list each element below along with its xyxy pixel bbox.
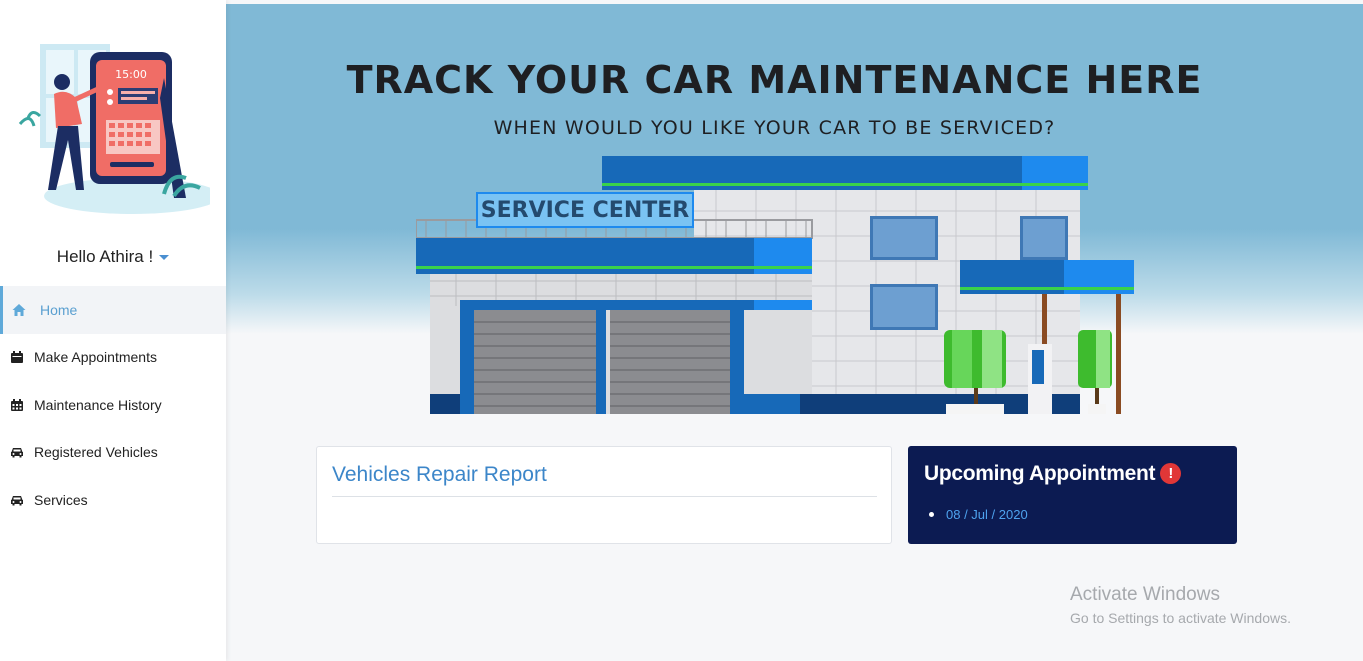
sidebar-item-label: Services [34,491,88,508]
sidebar-item-registered-vehicles[interactable]: Registered Vehicles [0,429,226,477]
hero-banner: TRACK YOUR CAR MAINTENANCE HERE WHEN WOU… [226,4,1363,424]
upcoming-title-text: Upcoming Appointment [924,462,1156,485]
phone-clock-text: 15:00 [115,68,147,81]
watermark-title: Activate Windows [1070,584,1220,605]
calendar-grid-icon [11,398,23,411]
sidebar-item-services[interactable]: Services [0,476,226,524]
exclamation-alert-icon: ! [1160,463,1182,484]
greeting-text: Hello Athira ! [56,247,154,266]
sidebar-item-label: Make Appointments [34,349,157,366]
page-subtitle: WHEN WOULD YOU LIKE YOUR CAR TO BE SERVI… [493,117,1056,139]
activate-windows-watermark: Activate Windows Go to Settings to activ… [1070,584,1291,626]
appointment-list: 08 / Jul / 2020 [929,507,1028,522]
sidebar-item-make-appointments[interactable]: Make Appointments [0,334,226,382]
sidebar: 15:00 Hello Athira ! Home Make Appointme… [0,0,226,661]
car-icon [11,448,23,458]
home-icon [12,303,26,316]
sidebar-item-label: Home [40,301,78,318]
page-title: TRACK YOUR CAR MAINTENANCE HERE [346,58,1203,102]
repair-report-card: Vehicles Repair Report [316,446,892,544]
caret-down-icon [159,255,170,261]
service-center-sign: SERVICE CENTER [480,198,690,223]
sidebar-nav: Home Make Appointments Maintenance Histo… [0,286,226,524]
sidebar-item-label: Registered Vehicles [34,444,158,461]
sidebar-item-maintenance-history[interactable]: Maintenance History [0,381,226,429]
main-content: TRACK YOUR CAR MAINTENANCE HERE WHEN WOU… [226,4,1363,661]
calendar-phone-illustration: 15:00 [18,44,210,214]
calendar-icon [11,351,23,364]
repair-report-title[interactable]: Vehicles Repair Report [332,463,547,487]
upcoming-appointment-title: Upcoming Appointment! [924,462,1182,486]
upcoming-appointment-card: Upcoming Appointment! 08 / Jul / 2020 [908,446,1237,544]
sidebar-item-label: Maintenance History [34,396,162,413]
divider [332,496,877,497]
appointment-date-link[interactable]: 08 / Jul / 2020 [929,507,1028,522]
user-greeting-dropdown[interactable]: Hello Athira ! [0,247,226,267]
car-icon [11,495,23,506]
sidebar-item-home[interactable]: Home [0,286,226,334]
watermark-subtitle: Go to Settings to activate Windows. [1070,610,1291,626]
